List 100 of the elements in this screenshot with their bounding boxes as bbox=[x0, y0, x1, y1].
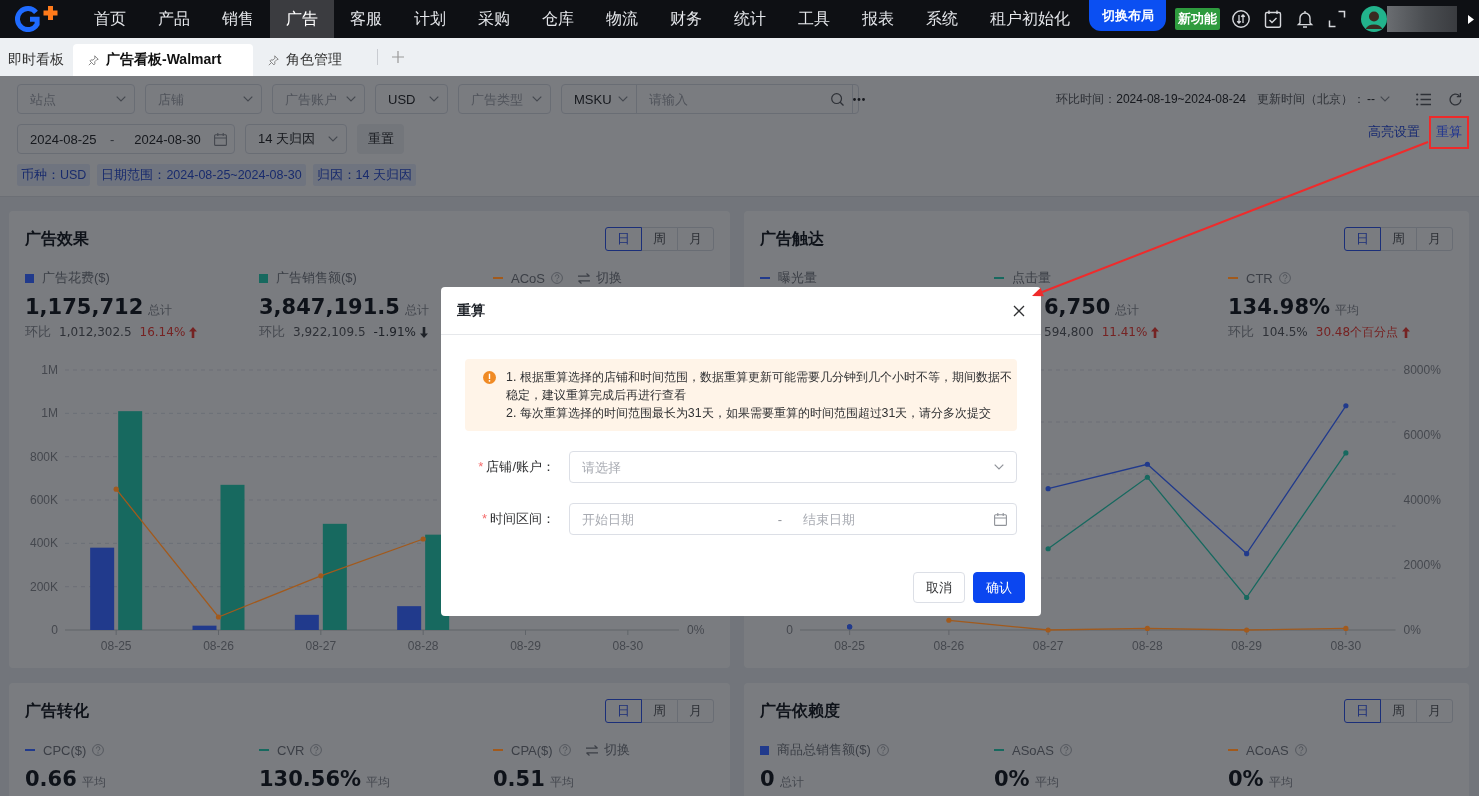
search-icon[interactable] bbox=[830, 92, 844, 106]
period-tab[interactable]: 周 bbox=[641, 699, 678, 723]
period-tab[interactable]: 周 bbox=[1380, 227, 1417, 251]
chevron-down-icon bbox=[429, 96, 439, 102]
compare-period-value: 2024-08-19~2024-08-24 bbox=[1116, 92, 1246, 106]
chevron-down-icon bbox=[1380, 96, 1390, 102]
switch-layout-button[interactable]: 切换布局 bbox=[1089, 0, 1166, 31]
metric-label: 广告销售额($) bbox=[276, 269, 357, 287]
start-date-input[interactable]: 2024-08-25 bbox=[30, 131, 110, 147]
nav-item[interactable]: 仓库 bbox=[526, 0, 590, 38]
metric-value: 0% bbox=[1228, 766, 1264, 792]
card-title: 广告效果 bbox=[25, 228, 89, 249]
end-date-input[interactable]: 结束日期 bbox=[803, 511, 983, 527]
metric-value: 6,750 bbox=[1044, 294, 1111, 320]
nav-item[interactable]: 系统 bbox=[910, 0, 974, 38]
switch-button[interactable]: 切换 bbox=[576, 269, 622, 287]
period-tab[interactable]: 月 bbox=[1416, 227, 1453, 251]
period-tab[interactable]: 月 bbox=[677, 699, 714, 723]
nav-item[interactable]: 销售 bbox=[206, 0, 270, 38]
chevron-down-icon bbox=[617, 96, 628, 102]
avatar-icon[interactable] bbox=[1361, 6, 1387, 32]
metric-value: 0% bbox=[994, 766, 1030, 792]
metric-label: CPC($) bbox=[43, 742, 87, 758]
change-value: 11.41% bbox=[1101, 325, 1148, 339]
start-date-input[interactable]: 开始日期 bbox=[582, 511, 770, 527]
metric-value: 3,847,191.5 bbox=[259, 294, 400, 320]
notice-text: 2. 每次重算选择的时间范围最长为31天，如果需要重算的时间范围超过31天，请分多次提交 bbox=[506, 405, 993, 422]
end-date-input[interactable]: 2024-08-30 bbox=[134, 131, 209, 147]
calendar-icon bbox=[214, 132, 227, 146]
period-tab[interactable]: 周 bbox=[1380, 699, 1417, 723]
more-button[interactable] bbox=[851, 85, 865, 113]
switch-button[interactable]: 切换 bbox=[584, 741, 630, 759]
fullscreen-icon[interactable] bbox=[1328, 10, 1346, 28]
field-label: * 店铺/账户： bbox=[477, 458, 555, 476]
reset-button[interactable]: 重置 bbox=[357, 124, 404, 154]
period-tab[interactable]: 日 bbox=[1344, 227, 1381, 251]
nav-item[interactable]: 财务 bbox=[654, 0, 718, 38]
filter-tag: 归因：14 天归因 bbox=[312, 164, 416, 186]
home-tab[interactable]: 即时看板 bbox=[0, 44, 73, 76]
calendar-check-icon[interactable] bbox=[1264, 10, 1282, 28]
change-value: 30.48个百分点 bbox=[1315, 323, 1399, 341]
nav-item[interactable]: 广告 bbox=[270, 0, 334, 38]
field-label: * 时间区间： bbox=[480, 510, 555, 528]
secondary-button[interactable]: 取消 bbox=[913, 572, 965, 603]
chevron-down-icon bbox=[116, 96, 126, 102]
nav-item[interactable]: 租户初始化 bbox=[974, 0, 1086, 38]
caret-right-icon[interactable] bbox=[1468, 14, 1474, 24]
period-tab[interactable]: 月 bbox=[677, 227, 714, 251]
filter-tag: 币种：USD bbox=[17, 164, 91, 186]
metric-label: 曝光量 bbox=[778, 269, 817, 287]
change-value: 16.14% bbox=[139, 325, 186, 339]
primary-button[interactable]: 确认 bbox=[973, 572, 1025, 603]
nav-item[interactable]: 报表 bbox=[846, 0, 910, 38]
page-tab[interactable]: 广告看板-Walmart bbox=[73, 44, 254, 76]
metric-label: ACoAS bbox=[1246, 742, 1289, 758]
metric-label: CTR bbox=[1246, 270, 1273, 286]
swap-arrows-icon bbox=[576, 272, 591, 284]
compare-value: 1,012,302.5 bbox=[59, 325, 132, 339]
new-feature-badge[interactable]: 新功能 bbox=[1175, 8, 1220, 30]
notice-text: 1. 根据重算选择的店铺和时间范围，数据重算更新可能需要几分钟到几个小时不等，期间数据不稳定，建议重算完成后再进行查看 bbox=[506, 369, 1013, 404]
plus-icon[interactable] bbox=[392, 51, 405, 63]
nav-item[interactable]: 计划 bbox=[398, 0, 462, 38]
nav-item[interactable]: 工具 bbox=[782, 0, 846, 38]
card-title: 广告触达 bbox=[760, 228, 824, 249]
refresh-icon[interactable] bbox=[1449, 92, 1462, 106]
card-title: 广告转化 bbox=[25, 700, 89, 721]
period-tab[interactable]: 月 bbox=[1416, 699, 1453, 723]
chevron-down-icon bbox=[328, 136, 338, 142]
sku-type-select[interactable]: MSKU bbox=[562, 85, 637, 113]
period-tab[interactable]: 日 bbox=[605, 227, 642, 251]
text-link[interactable]: 重算 bbox=[1436, 123, 1462, 141]
transfer-circle-icon[interactable] bbox=[1232, 10, 1250, 28]
dropdown-select[interactable]: 请选择 bbox=[569, 451, 1017, 483]
chevron-down-icon bbox=[243, 96, 253, 102]
list-icon[interactable] bbox=[1416, 92, 1431, 106]
nav-item[interactable]: 首页 bbox=[78, 0, 142, 38]
metric-label: CVR bbox=[277, 742, 305, 758]
nav-item[interactable]: 客服 bbox=[334, 0, 398, 38]
dialog-title: 重算 bbox=[457, 301, 485, 320]
period-tab[interactable]: 周 bbox=[641, 227, 678, 251]
nav-item[interactable]: 统计 bbox=[718, 0, 782, 38]
update-time-label: 更新时间（北京）： bbox=[1257, 90, 1365, 108]
period-tab[interactable]: 日 bbox=[605, 699, 642, 723]
nav-item[interactable]: 物流 bbox=[590, 0, 654, 38]
period-tab[interactable]: 日 bbox=[1344, 699, 1381, 723]
nav-item[interactable]: 产品 bbox=[142, 0, 206, 38]
filter-select[interactable]: USD bbox=[375, 84, 448, 114]
more-icon bbox=[852, 97, 865, 101]
metric-label: ASoAS bbox=[1012, 742, 1054, 758]
metric-value: 134.98% bbox=[1228, 294, 1331, 320]
logo-icon[interactable] bbox=[14, 6, 60, 32]
metric-label: CPA($) bbox=[511, 742, 553, 758]
text-link[interactable]: 高亮设置 bbox=[1368, 123, 1420, 141]
page-tab[interactable]: 角色管理 bbox=[253, 44, 375, 76]
nav-item[interactable]: 采购 bbox=[462, 0, 526, 38]
bell-icon[interactable] bbox=[1296, 10, 1314, 28]
attribution-select[interactable]: 14 天归因 bbox=[245, 124, 347, 154]
update-time-dropdown[interactable]: -- bbox=[1365, 92, 1390, 106]
chevron-down-icon bbox=[994, 464, 1004, 470]
metric-value: 1,175,712 bbox=[25, 294, 144, 320]
